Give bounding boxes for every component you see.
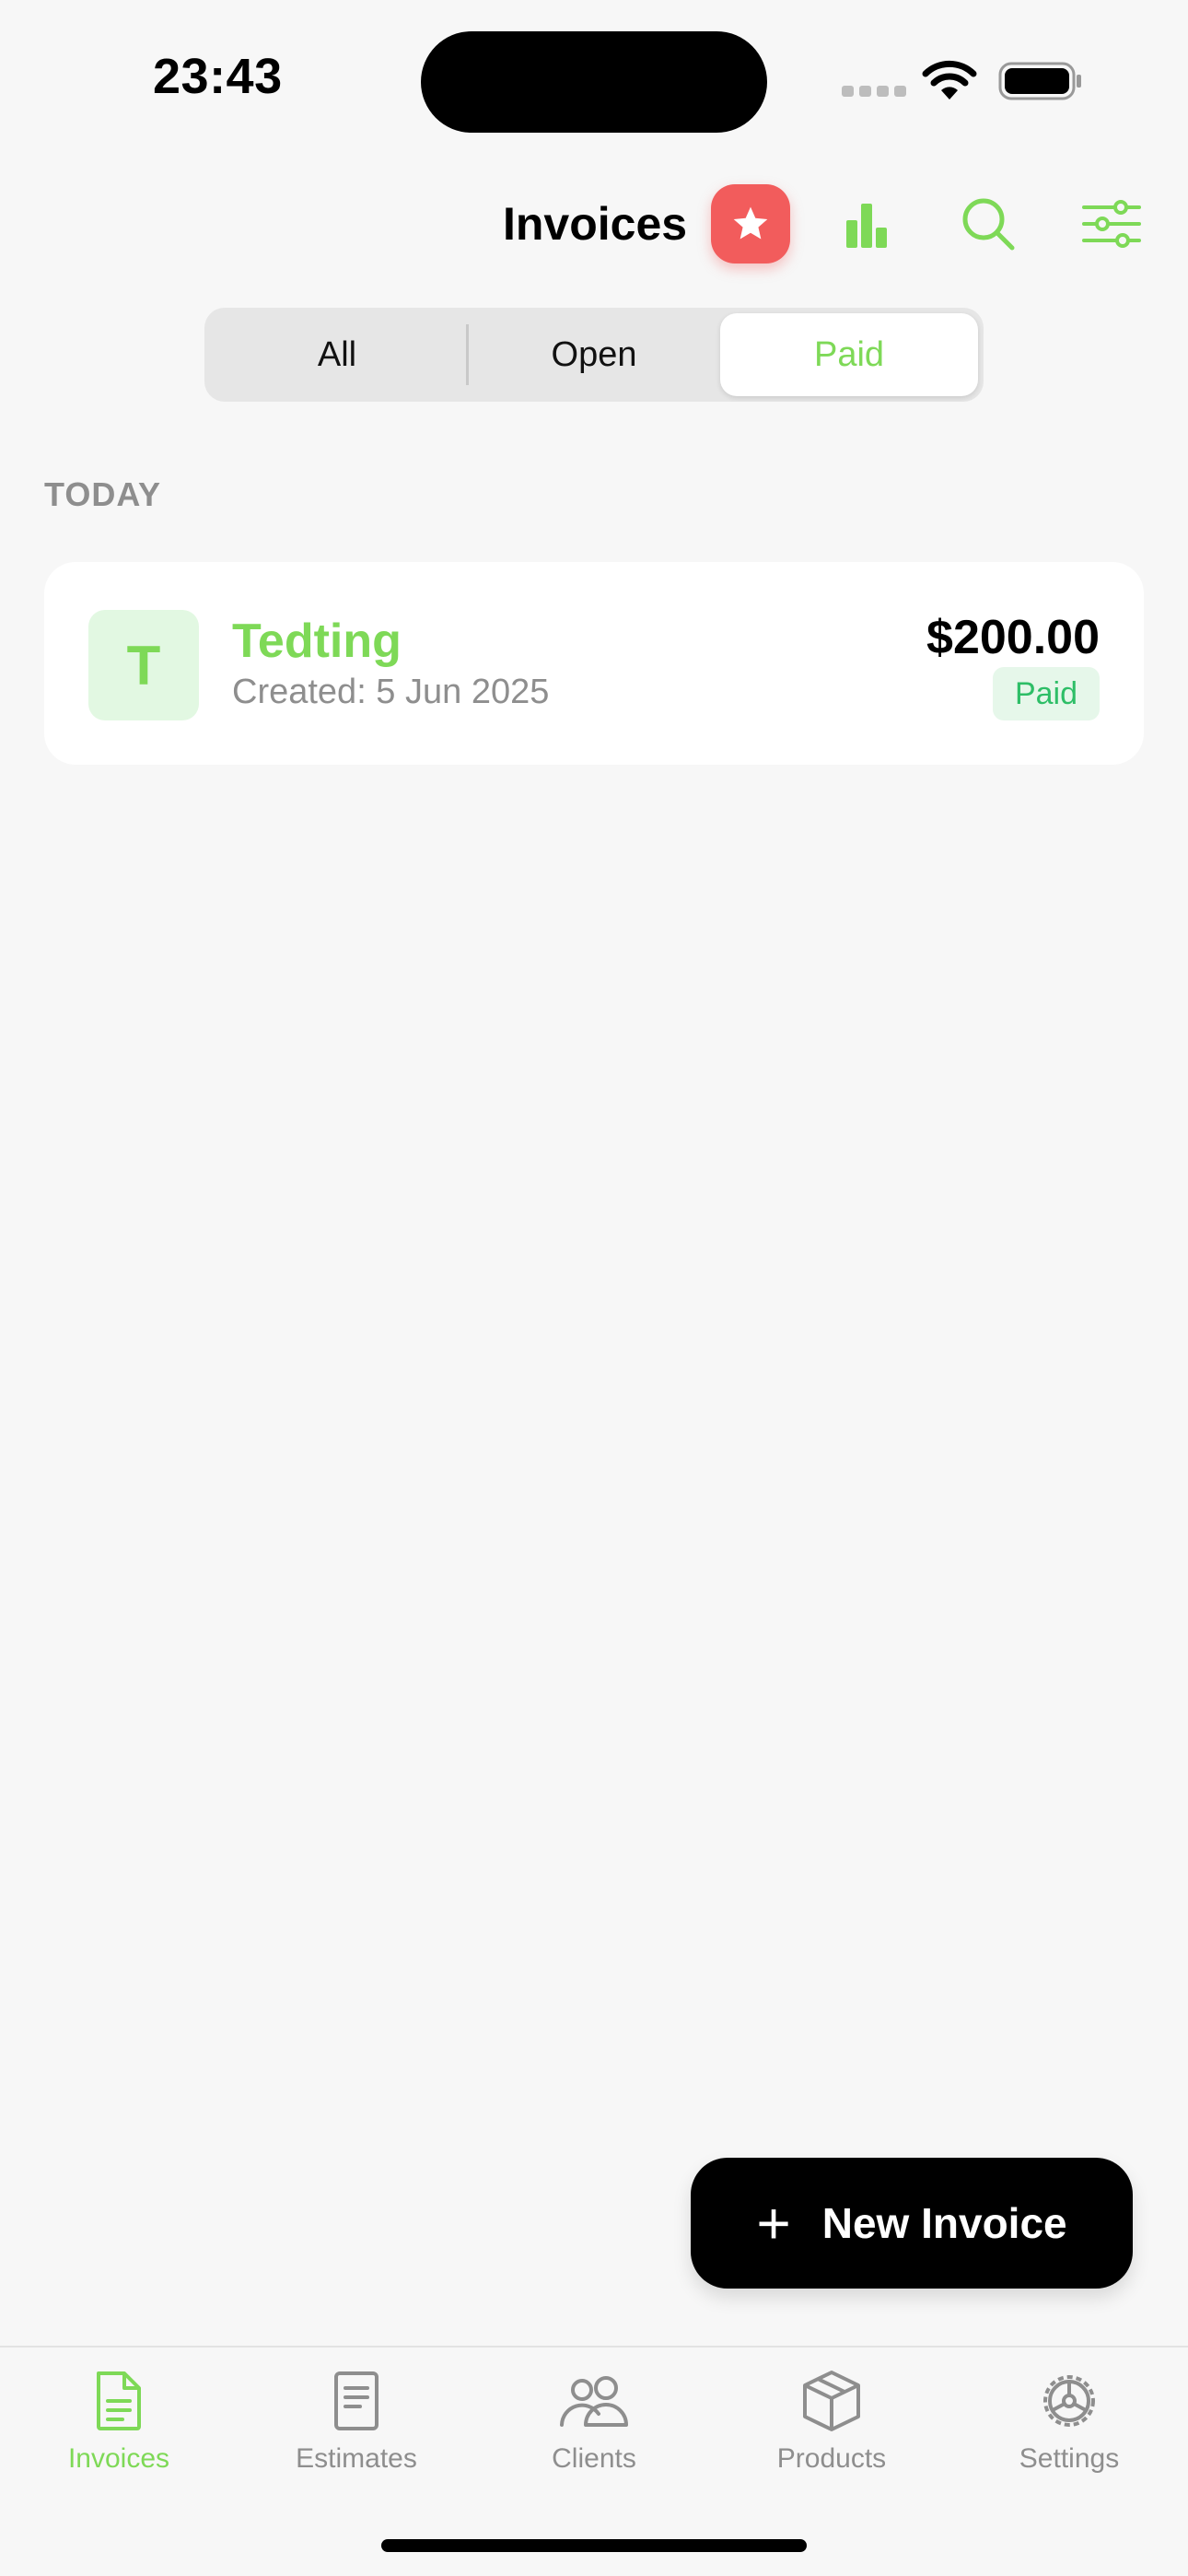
section-header-today: TODAY: [44, 475, 162, 513]
plus-icon: +: [756, 2190, 791, 2256]
tab-label: Estimates: [296, 2443, 417, 2474]
tab-label: Invoices: [67, 2443, 170, 2474]
invoice-list-item[interactable]: T Tedting Created: 5 Jun 2025 $200.00 Pa…: [44, 562, 1144, 765]
tab-label: Products: [776, 2443, 887, 2474]
gear-icon: [1043, 2375, 1095, 2427]
filter-button[interactable]: [1072, 184, 1151, 263]
tab-label: Clients: [552, 2443, 636, 2474]
box-icon: [803, 2371, 860, 2431]
battery-icon: [998, 62, 1081, 100]
status-badge: Paid: [992, 667, 1100, 720]
new-invoice-label: New Invoice: [821, 2199, 1067, 2247]
tab-clients[interactable]: Clients: [475, 2348, 713, 2504]
invoice-created-date: Created: 5 Jun 2025: [232, 673, 550, 711]
invoices-screen: 23:43 Invoices All Open Paid TODAY T Ted…: [0, 0, 1188, 2576]
filter-sliders-icon: [1082, 200, 1141, 248]
star-icon: [733, 206, 768, 240]
home-indicator: [381, 2539, 807, 2552]
reports-button[interactable]: [827, 184, 906, 263]
search-icon: [962, 198, 1015, 251]
segment-open[interactable]: Open: [467, 313, 721, 396]
status-segmented-control: All Open Paid: [204, 308, 984, 402]
tab-label: Settings: [1019, 2443, 1120, 2474]
people-icon: [560, 2376, 628, 2427]
premium-star-button[interactable]: [711, 184, 790, 263]
dynamic-island: [421, 31, 767, 133]
client-avatar: T: [88, 610, 199, 720]
document-icon: [97, 2371, 141, 2430]
estimate-icon: [334, 2371, 379, 2430]
status-time: 23:43: [153, 49, 283, 104]
tab-invoices[interactable]: Invoices: [0, 2348, 238, 2504]
bar-chart-icon: [846, 204, 887, 248]
segment-paid[interactable]: Paid: [720, 313, 978, 396]
tab-settings[interactable]: Settings: [950, 2348, 1188, 2504]
cellular-signal-icon: [842, 86, 906, 97]
wifi-icon: [922, 60, 977, 100]
segment-all[interactable]: All: [210, 313, 464, 396]
page-title: Invoices: [503, 198, 688, 250]
new-invoice-button[interactable]: + New Invoice: [691, 2158, 1133, 2289]
tab-products[interactable]: Products: [713, 2348, 950, 2504]
search-button[interactable]: [949, 184, 1028, 263]
invoice-client-name: Tedting: [232, 615, 402, 668]
invoice-amount: $200.00: [926, 611, 1100, 664]
tab-estimates[interactable]: Estimates: [238, 2348, 475, 2504]
